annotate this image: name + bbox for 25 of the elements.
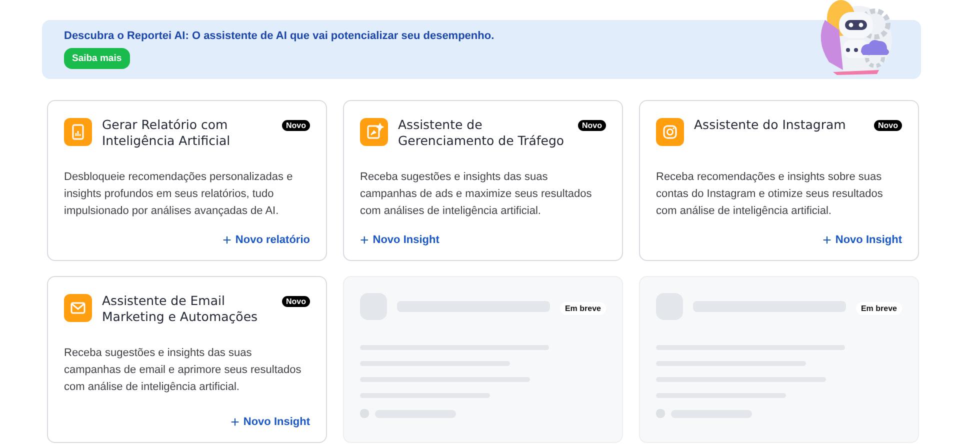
envelope-icon (64, 294, 92, 322)
new-badge: Novo (282, 120, 310, 131)
chart-spark-icon (360, 118, 388, 146)
new-badge: Novo (874, 120, 902, 131)
new-badge: Novo (282, 296, 310, 307)
card-description: Receba sugestões e insights das suas campanhas de email e aprimore seus resultados com análise de inteligência artificial. (64, 346, 302, 395)
new-insight-link[interactable]: + Novo Insight (360, 234, 440, 246)
instagram-icon (656, 118, 684, 146)
skeleton-icon (656, 409, 665, 418)
report-icon (64, 118, 92, 146)
new-insight-link[interactable]: + Novo Insight (230, 416, 310, 428)
banner-text: Descubra o Reportei AI: O assistente de AI que vai potencializar seu desempenho. (64, 30, 496, 42)
card-title: Gerar Relatório com Inteligência Artificial (102, 117, 232, 149)
card-description: Desbloqueie recomendações personalizadas e insights profundos em seus relatórios, tudo impulsionado por análises avançadas de AI. (64, 170, 294, 219)
coming-soon-badge: Em breve (856, 302, 902, 315)
card-description: Receba recomendações e insights sobre suas contas do Instagram e otimize seus resultados com análise de inteligência artificial. (656, 170, 884, 219)
card-description: Receba sugestões e insights das suas campanhas de ads e maximize seus resultados com análises de inteligência artificial. (360, 170, 593, 219)
skeleton-icon (360, 409, 369, 418)
card-title: Assistente de Email Marketing e Automações (102, 293, 259, 325)
coming-soon-badge: Em breve (560, 302, 606, 315)
card-title: Assistente do Instagram (694, 117, 847, 133)
card-title: Assistente de Gerenciamento de Tráfego (398, 117, 566, 149)
new-insight-link[interactable]: + Novo Insight (822, 234, 902, 246)
new-insight-link[interactable]: + Novo relatório (222, 234, 310, 246)
new-badge: Novo (578, 120, 606, 131)
